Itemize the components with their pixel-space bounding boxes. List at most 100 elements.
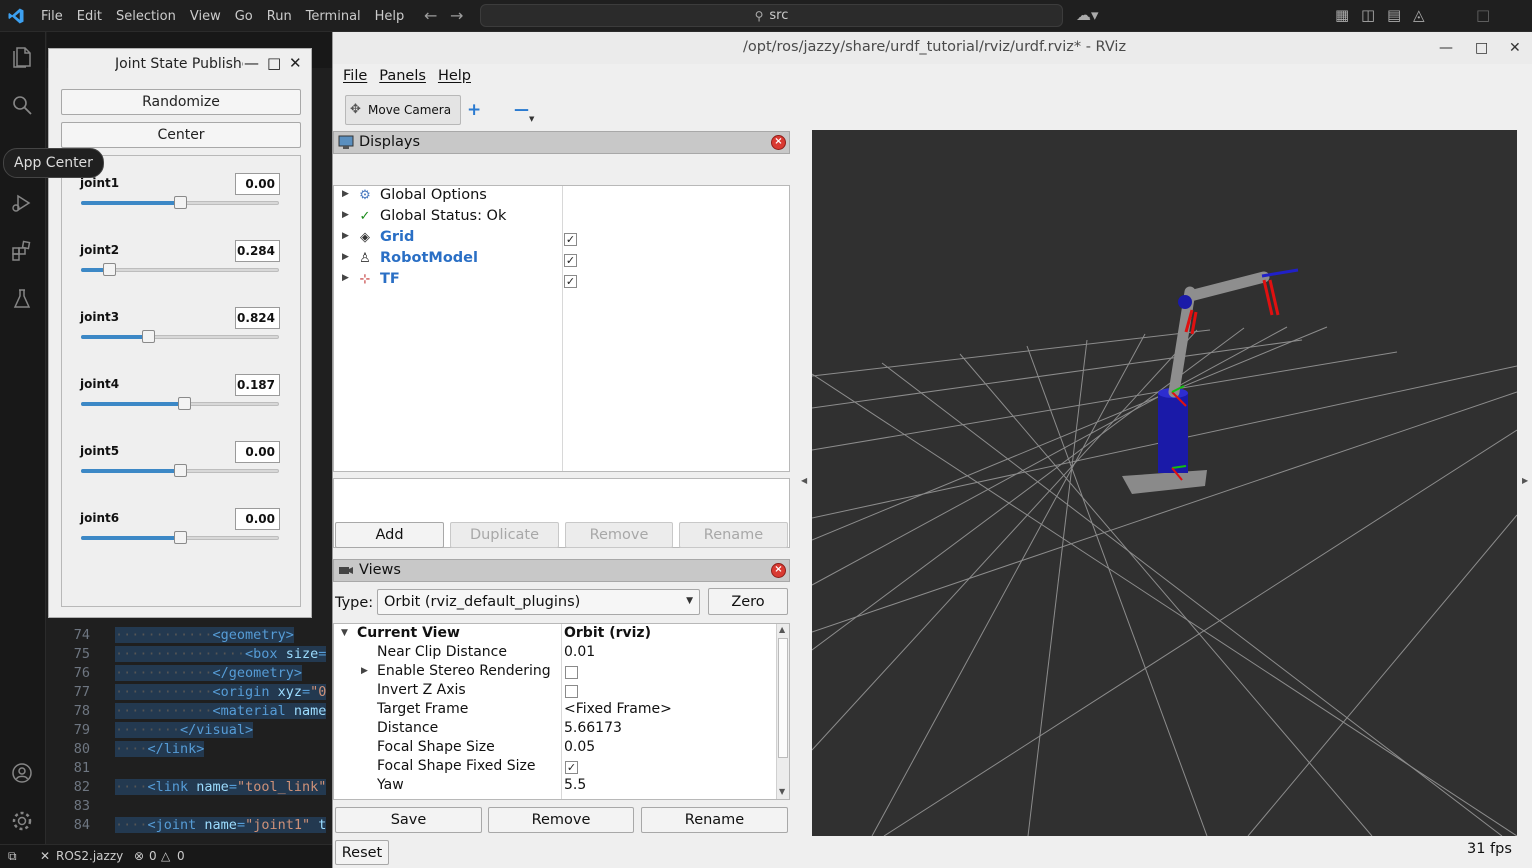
menu-view[interactable]: View: [183, 9, 228, 24]
joint-slider[interactable]: [81, 531, 279, 545]
view-properties[interactable]: ▼ Current View Orbit (rviz) Near Clip Di…: [333, 623, 790, 800]
center-button[interactable]: Center: [61, 122, 301, 148]
run-debug-icon[interactable]: [9, 190, 35, 216]
editor-line[interactable]: 75 ················<box size=: [47, 646, 337, 665]
rename-display-button[interactable]: Rename: [679, 522, 788, 548]
display-item[interactable]: ▶ ◈ Grid ✓: [334, 229, 789, 250]
menu-terminal[interactable]: Terminal: [299, 9, 368, 24]
view-property-row[interactable]: Focal Shape Fixed Size ✓: [334, 758, 776, 777]
view-property-row[interactable]: Focal Shape Size 0.05: [334, 739, 776, 758]
account-icon[interactable]: [9, 760, 35, 786]
extensions-icon[interactable]: [9, 238, 35, 264]
menu-run[interactable]: Run: [260, 9, 299, 24]
rviz-menu-file[interactable]: File: [343, 68, 367, 90]
view-property-row[interactable]: Yaw 5.5: [334, 777, 776, 796]
maximize-icon[interactable]: □: [267, 54, 281, 72]
joint-slider[interactable]: [81, 196, 279, 210]
properties-scrollbar[interactable]: ▲ ▼: [776, 624, 789, 799]
search-icon[interactable]: [9, 92, 35, 118]
add-display-button[interactable]: Add: [335, 522, 444, 548]
joint-value-field[interactable]: 0.187: [235, 374, 280, 396]
displays-tree[interactable]: ▶ ⚙ Global Options ▶ ✓ Global Status: Ok ▶ ◈ Gri…: [333, 185, 790, 472]
reset-button[interactable]: Reset: [335, 840, 389, 865]
menu-go[interactable]: Go: [228, 9, 260, 24]
enabled-checkbox[interactable]: ✓: [564, 233, 577, 246]
close-icon[interactable]: ✕: [289, 54, 302, 72]
testing-flask-icon[interactable]: [9, 286, 35, 312]
close-icon[interactable]: ✕: [1509, 40, 1521, 56]
joint-slider[interactable]: [81, 330, 279, 344]
joint-value-field[interactable]: 0.00: [235, 441, 280, 463]
editor-line[interactable]: 79 ········</visual>: [47, 722, 337, 741]
settings-gear-icon[interactable]: [9, 808, 35, 834]
current-view-row[interactable]: ▼ Current View Orbit (rviz): [334, 625, 776, 644]
expand-arrow-icon[interactable]: ▶: [342, 231, 349, 241]
editor-line[interactable]: 83: [47, 798, 337, 817]
add-tool-plus-icon[interactable]: +: [467, 100, 481, 120]
scrollbar-thumb[interactable]: [778, 638, 788, 758]
rename-view-button[interactable]: Rename: [641, 807, 788, 833]
slider-handle[interactable]: [103, 263, 116, 276]
editor-line[interactable]: 82 ····<link name="tool_link": [47, 779, 337, 798]
view-property-row[interactable]: Invert Z Axis: [334, 682, 776, 701]
enabled-checkbox[interactable]: ✓: [564, 254, 577, 267]
property-value[interactable]: 0.01: [564, 644, 595, 660]
view-type-select[interactable]: Orbit (rviz_default_plugins) ▼: [377, 589, 700, 615]
display-item[interactable]: ▶ ✓ Global Status: Ok: [334, 208, 789, 229]
property-checkbox[interactable]: [565, 685, 578, 698]
view-property-row[interactable]: Near Clip Distance 0.01: [334, 644, 776, 663]
expand-down-icon[interactable]: ▼: [341, 628, 348, 638]
property-value[interactable]: 0.05: [564, 739, 595, 755]
explorer-icon[interactable]: [9, 44, 35, 70]
view-property-row[interactable]: Target Frame <Fixed Frame>: [334, 701, 776, 720]
slider-handle[interactable]: [174, 464, 187, 477]
close-icon[interactable]: ✕: [40, 849, 50, 863]
menu-selection[interactable]: Selection: [109, 9, 183, 24]
editor-line[interactable]: 77 ············<origin xyz="0: [47, 684, 337, 703]
expand-arrow-icon[interactable]: ▶: [342, 252, 349, 262]
toggle-sidebar-icon[interactable]: ◫: [1361, 6, 1375, 24]
joint-value-field[interactable]: 0.824: [235, 307, 280, 329]
scroll-up-icon[interactable]: ▲: [779, 625, 785, 634]
remove-tool-minus-icon[interactable]: —: [514, 100, 529, 118]
editor-line[interactable]: 76 ············</geometry>: [47, 665, 337, 684]
maximize-icon[interactable]: □: [1475, 40, 1488, 56]
rviz-menu-panels[interactable]: Panels: [379, 68, 426, 90]
property-value[interactable]: 5.5: [564, 777, 586, 793]
toggle-secondary-sidebar-icon[interactable]: ◬: [1413, 6, 1425, 24]
editor-line[interactable]: 81: [47, 760, 337, 779]
status-errors[interactable]: 0: [149, 849, 157, 863]
slider-handle[interactable]: [178, 397, 191, 410]
randomize-button[interactable]: Randomize: [61, 89, 301, 115]
expand-arrow-icon[interactable]: ▶: [342, 210, 349, 220]
slider-handle[interactable]: [174, 196, 187, 209]
copilot-icon[interactable]: ☁▾: [1076, 6, 1099, 24]
slider-handle[interactable]: [142, 330, 155, 343]
expand-arrow-icon[interactable]: ▶: [342, 273, 349, 283]
joint-value-field[interactable]: 0.00: [235, 173, 280, 195]
back-arrow-icon[interactable]: ←: [424, 6, 437, 25]
collapse-right-icon[interactable]: ▶: [1522, 476, 1528, 485]
minimize-icon[interactable]: —: [244, 54, 259, 72]
display-item[interactable]: ▶ ⊹ TF ✓: [334, 271, 789, 292]
property-value[interactable]: <Fixed Frame>: [564, 701, 672, 717]
close-icon[interactable]: ×: [771, 563, 786, 578]
minimize-icon[interactable]: —: [1439, 40, 1453, 56]
property-checkbox[interactable]: [565, 666, 578, 679]
status-warnings[interactable]: 0: [177, 849, 185, 863]
tool-dropdown-icon[interactable]: ▼: [529, 115, 534, 123]
window-restore-icon[interactable]: □: [1476, 6, 1490, 24]
menu-help[interactable]: Help: [368, 9, 412, 24]
remove-display-button[interactable]: Remove: [565, 522, 673, 548]
status-branch[interactable]: ROS2.jazzy: [56, 849, 123, 863]
remove-view-button[interactable]: Remove: [488, 807, 634, 833]
view-property-row[interactable]: ▶ Enable Stereo Rendering: [334, 663, 776, 682]
remote-icon[interactable]: ⧉: [8, 849, 17, 864]
3d-viewport[interactable]: [812, 130, 1517, 836]
editor-line[interactable]: 84 ····<joint name="joint1" t: [47, 817, 337, 836]
toggle-panel-icon[interactable]: ▤: [1387, 6, 1401, 24]
editor-line[interactable]: 80 ····</link>: [47, 741, 337, 760]
menu-file[interactable]: File: [34, 9, 70, 24]
enabled-checkbox[interactable]: ✓: [564, 275, 577, 288]
property-checkbox[interactable]: ✓: [565, 761, 578, 774]
